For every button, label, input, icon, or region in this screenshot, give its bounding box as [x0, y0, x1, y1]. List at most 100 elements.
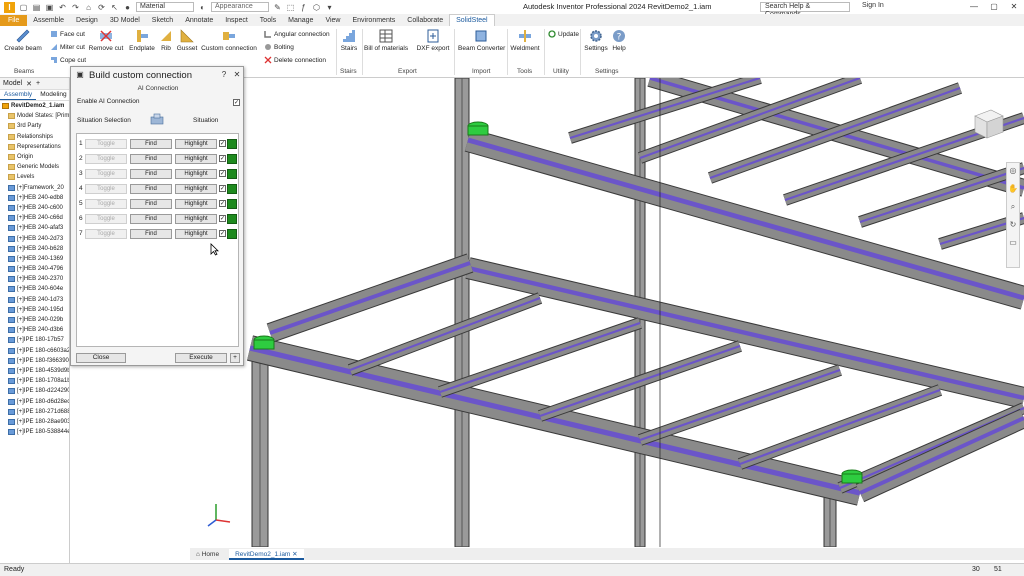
highlight-color-swatch[interactable]: [227, 154, 237, 164]
miter-cut-button[interactable]: Miter cut: [50, 43, 85, 51]
highlight-color-swatch[interactable]: [227, 229, 237, 239]
inventor-logo-icon[interactable]: I: [4, 1, 15, 13]
weldment-button[interactable]: Weldment: [509, 28, 541, 52]
help-search-input[interactable]: Search Help & Commands...: [760, 2, 850, 18]
toggle-button[interactable]: Toggle: [85, 139, 127, 149]
maximize-icon[interactable]: ▢: [984, 0, 1004, 14]
highlight-button[interactable]: Highlight: [175, 154, 217, 164]
tree-item[interactable]: [+]IPE 180-c6603a2-3084-4c16-9c9f-19c022…: [0, 346, 69, 356]
tab-assembly[interactable]: Assembly: [0, 90, 37, 100]
tree-item[interactable]: [+]HEB 240-b628: [0, 244, 69, 254]
toggle-button[interactable]: Toggle: [85, 214, 127, 224]
tree-item[interactable]: [+]IPE 180-28ae9037-fdee-4917-a767-eb535…: [0, 417, 69, 427]
open-folder-icon[interactable]: ▤: [32, 3, 41, 12]
dialog-help-icon[interactable]: ?: [219, 70, 229, 80]
highlight-button[interactable]: Highlight: [175, 199, 217, 209]
tab-manage[interactable]: Manage: [282, 15, 319, 26]
tree-item[interactable]: Origin: [0, 152, 69, 162]
bolting-button[interactable]: Bolting: [264, 43, 294, 51]
tree-item[interactable]: [+]HEB 240-2370: [0, 274, 69, 284]
material-combo[interactable]: Material: [136, 2, 194, 12]
find-button[interactable]: Find: [130, 169, 172, 179]
fx-icon[interactable]: ƒ: [299, 3, 308, 12]
toggle-button[interactable]: Toggle: [85, 169, 127, 179]
tab-collaborate[interactable]: Collaborate: [401, 15, 449, 26]
find-button[interactable]: Find: [130, 229, 172, 239]
new-file-icon[interactable]: ▢: [19, 3, 28, 12]
find-button[interactable]: Find: [130, 214, 172, 224]
update-button[interactable]: Update: [548, 30, 579, 38]
minimize-icon[interactable]: —: [964, 0, 984, 14]
tree-item[interactable]: [+]IPE 180-4539d9b0-6579-4e28-b3ca-24b7e…: [0, 366, 69, 376]
ilogic-icon[interactable]: ⬡: [312, 3, 321, 12]
tree-item[interactable]: [+]HEB 240-c600: [0, 203, 69, 213]
rib-button[interactable]: Rib: [158, 28, 174, 52]
tab-design[interactable]: Design: [70, 15, 104, 26]
row-checkbox[interactable]: ✓: [219, 230, 226, 237]
row-checkbox[interactable]: ✓: [219, 185, 226, 192]
stairs-button[interactable]: Stairs: [340, 28, 358, 52]
help-button[interactable]: ? Help: [610, 28, 628, 52]
delete-connection-button[interactable]: Delete connection: [264, 56, 326, 64]
tree-item[interactable]: [+]HEB 240-604e: [0, 284, 69, 294]
execute-button[interactable]: Execute: [175, 353, 227, 363]
find-button[interactable]: Find: [130, 139, 172, 149]
tab-solidsteel[interactable]: SolidSteel: [449, 14, 495, 26]
tree-item[interactable]: [+]HEB 240-afaf3: [0, 223, 69, 233]
highlight-button[interactable]: Highlight: [175, 214, 217, 224]
situation-select-icon[interactable]: [150, 113, 164, 125]
add-browser-icon[interactable]: +: [36, 80, 40, 87]
tree-item[interactable]: [+]HEB 240-c66d: [0, 213, 69, 223]
highlight-button[interactable]: Highlight: [175, 139, 217, 149]
tree-item[interactable]: [+]HEB 240-1369: [0, 254, 69, 264]
find-button[interactable]: Find: [130, 184, 172, 194]
cope-cut-button[interactable]: Cope cut: [50, 56, 86, 64]
tree-item[interactable]: [+]IPE 180-f3663904-4327-4b46-b30e-0a2e8…: [0, 356, 69, 366]
tree-item[interactable]: Relationships: [0, 132, 69, 142]
toggle-button[interactable]: Toggle: [85, 199, 127, 209]
tab-file[interactable]: File: [0, 15, 28, 26]
undo-icon[interactable]: ↶: [58, 3, 67, 12]
redo-icon[interactable]: ↷: [71, 3, 80, 12]
tree-item[interactable]: [+]Framework_20: [0, 183, 69, 193]
view-face-icon[interactable]: ▭: [1007, 237, 1019, 249]
tree-item[interactable]: [+]HEB 240-edb8: [0, 193, 69, 203]
close-button[interactable]: Close: [76, 353, 126, 363]
endplate-button[interactable]: Endplate: [128, 28, 156, 52]
tree-item[interactable]: [+]HEB 240-d3b6: [0, 325, 69, 335]
row-checkbox[interactable]: ✓: [219, 155, 226, 162]
angular-connection-button[interactable]: Angular connection: [264, 30, 330, 38]
update-icon[interactable]: ⟳: [97, 3, 106, 12]
remove-cut-button[interactable]: Remove cut: [88, 28, 124, 52]
tree-item[interactable]: [+]IPE 180-d6d28ecd-87c0-4705-bc18-62841…: [0, 396, 69, 406]
zoom-icon[interactable]: ⌕: [1007, 201, 1019, 213]
orbit-icon[interactable]: ↻: [1007, 219, 1019, 231]
highlight-color-swatch[interactable]: [227, 184, 237, 194]
enable-ai-checkbox[interactable]: ✓: [233, 99, 240, 106]
tab-3d-model[interactable]: 3D Model: [104, 15, 146, 26]
tree-item[interactable]: [+]HEB 240-2d73: [0, 233, 69, 243]
tree-item[interactable]: [+]IPE 180-d2242909-684d-4bcc-8337-016c7…: [0, 386, 69, 396]
settings-button[interactable]: Settings: [584, 28, 608, 52]
close-window-icon[interactable]: ✕: [1004, 0, 1024, 14]
highlight-color-swatch[interactable]: [227, 139, 237, 149]
tab-sketch[interactable]: Sketch: [146, 15, 179, 26]
tree-item[interactable]: 3rd Party: [0, 121, 69, 131]
tree-item[interactable]: [+]HEB 240-4796: [0, 264, 69, 274]
tree-item[interactable]: Model States: [Prim: [0, 111, 69, 121]
highlight-button[interactable]: Highlight: [175, 184, 217, 194]
custom-connection-button[interactable]: Custom connection: [200, 28, 258, 52]
row-checkbox[interactable]: ✓: [219, 140, 226, 147]
tab-modeling[interactable]: Modeling: [36, 90, 70, 100]
dialog-close-icon[interactable]: ✕: [232, 70, 242, 80]
tree-item[interactable]: Representations: [0, 142, 69, 152]
add-row-button[interactable]: +: [230, 353, 240, 363]
highlight-color-swatch[interactable]: [227, 214, 237, 224]
tab-tools[interactable]: Tools: [254, 15, 282, 26]
select-icon[interactable]: ↖: [110, 3, 119, 12]
tree-item[interactable]: Levels: [0, 172, 69, 182]
tab-annotate[interactable]: Annotate: [179, 15, 219, 26]
viewcube-icon[interactable]: [965, 102, 1009, 146]
highlight-color-swatch[interactable]: [227, 199, 237, 209]
row-checkbox[interactable]: ✓: [219, 170, 226, 177]
